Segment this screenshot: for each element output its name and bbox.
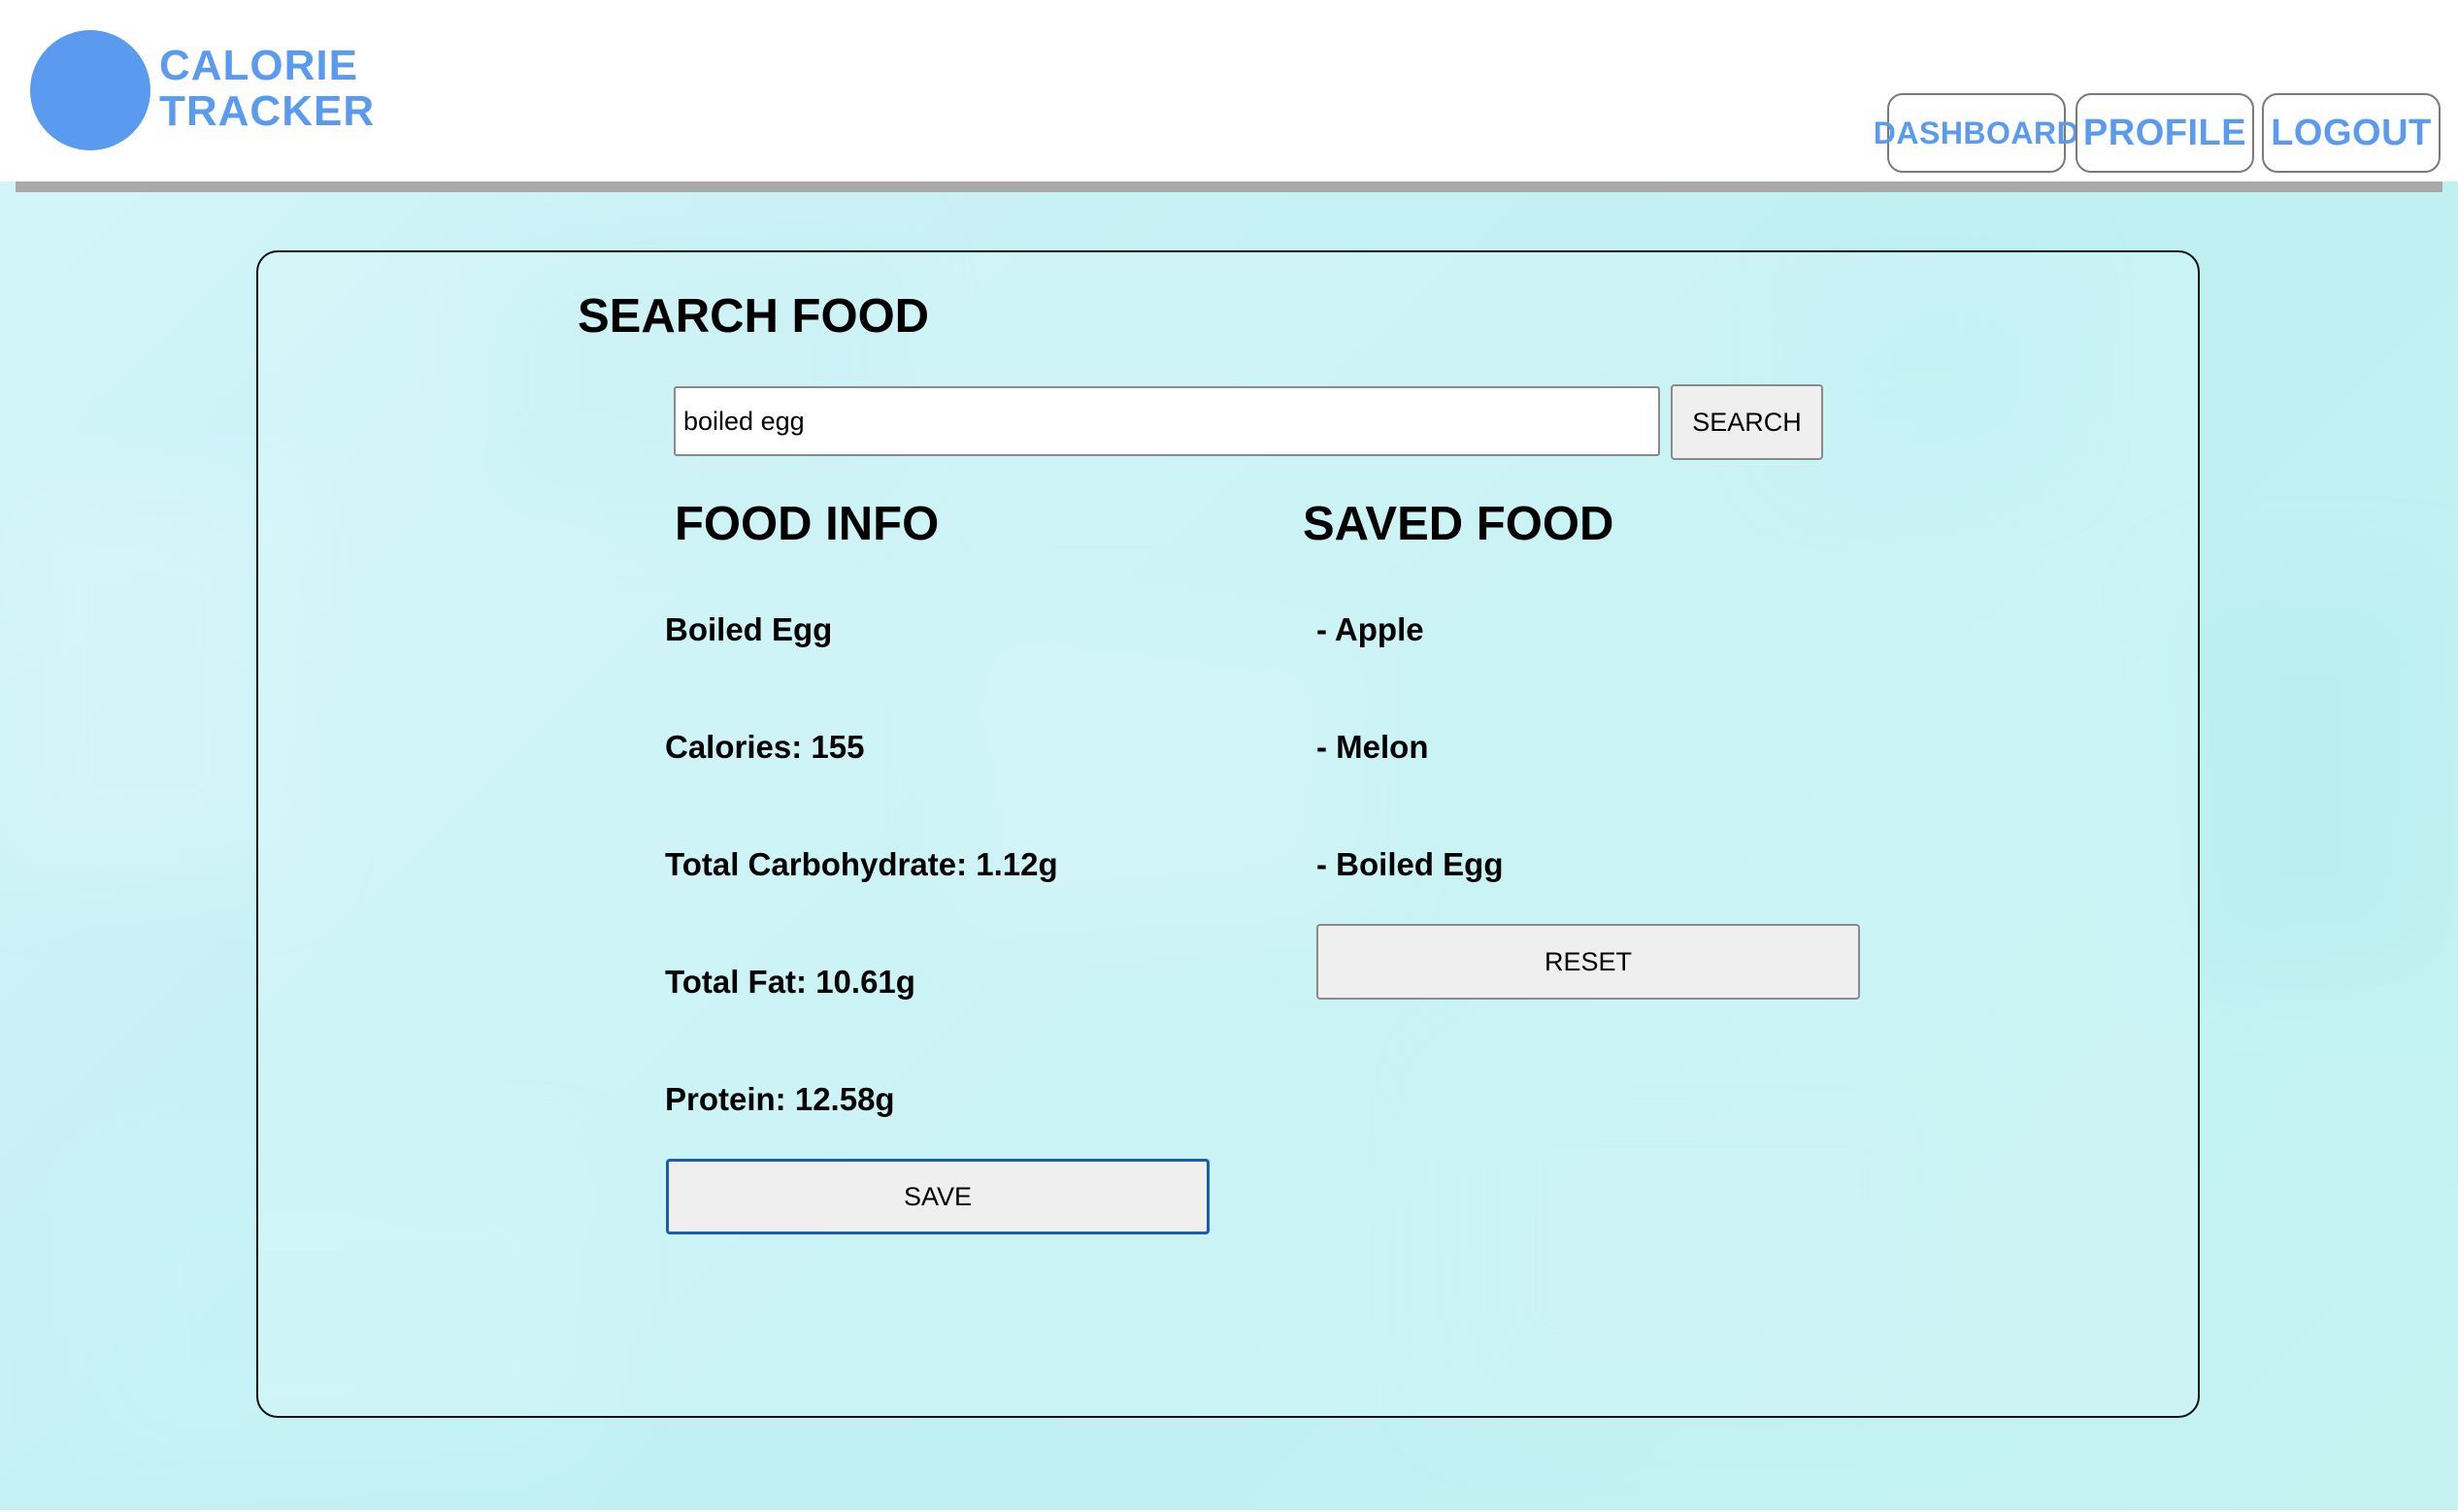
food-info-title: FOOD INFO <box>675 498 940 550</box>
search-food-title: SEARCH FOOD <box>578 290 930 343</box>
carbohydrate-value: Total Carbohydrate: 1.12g <box>665 846 1058 882</box>
brand-line-2: TRACKER <box>159 87 376 135</box>
calories-value: Calories: 155 <box>665 729 865 765</box>
saved-food-item: - Boiled Egg <box>1316 846 1504 882</box>
brand-logo: CALORIE TRACKER <box>159 43 375 134</box>
fat-value: Total Fat: 10.61g <box>665 964 915 1000</box>
search-input[interactable] <box>674 386 1660 456</box>
profile-button[interactable]: PROFILE <box>2076 93 2254 173</box>
brand-line-1: CALORIE <box>159 42 358 89</box>
top-header: CALORIE TRACKER DASHBOARD PROFILE LOGOUT <box>0 0 2458 181</box>
header-divider <box>16 181 2442 192</box>
food-name: Boiled Egg <box>665 611 833 647</box>
logout-button[interactable]: LOGOUT <box>2262 93 2441 173</box>
dashboard-button[interactable]: DASHBOARD <box>1874 93 2079 173</box>
saved-food-item: - Melon <box>1316 729 1429 765</box>
save-button[interactable]: SAVE <box>666 1159 1210 1234</box>
saved-food-title: SAVED FOOD <box>1303 498 1614 550</box>
protein-value: Protein: 12.58g <box>665 1081 895 1117</box>
saved-food-item: - Apple <box>1316 611 1424 647</box>
logo-icon <box>30 30 150 150</box>
search-button[interactable]: SEARCH <box>1671 384 1823 460</box>
reset-button[interactable]: RESET <box>1316 924 1860 1000</box>
